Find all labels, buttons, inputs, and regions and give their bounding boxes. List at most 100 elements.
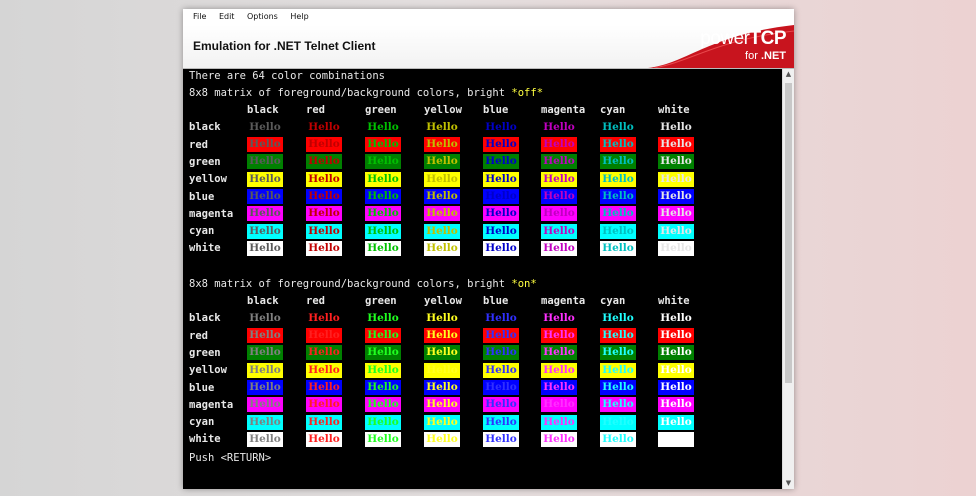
matrix-on-cell-cyan-bg-yellow-fg: Hello (424, 414, 460, 430)
matrix-on-cell-white-bg-magenta-fg: Hello (541, 431, 577, 447)
matrix-on-cell-yellow-bg-magenta-fg: Hello (541, 362, 577, 378)
matrix-on-cell-blue-bg-magenta-fg: Hello (541, 380, 577, 395)
matrix-on-cell-cyan-bg-blue-fg: Hello (483, 414, 519, 430)
matrix-off-cell-yellow-bg-black-fg: Hello (247, 171, 283, 187)
matrix-on-cell-yellow-bg-yellow-fg: Hello (424, 362, 460, 378)
matrix-on-cell-white-bg-yellow-fg: Hello (424, 431, 460, 447)
matrix-on-cell-red-bg-white-fg: Hello (658, 328, 694, 344)
matrix-off-cell-yellow-bg-yellow-fg: Hello (424, 171, 460, 187)
terminal-line-intro: There are 64 color combinations (189, 70, 385, 82)
powertcp-logo: powerTCP for .NET (648, 25, 794, 69)
menu-help[interactable]: Help (290, 12, 308, 21)
matrix-on-row-header-white: white (189, 433, 221, 446)
terminal-scrollbar[interactable]: ▲ ▼ (782, 69, 794, 489)
matrix-off-cell-green-bg-black-fg: Hello (247, 154, 283, 170)
matrix-on-cell-black-bg-yellow-fg: Hello (426, 311, 458, 324)
matrix-on-cell-white-bg-white-fg: Hello (658, 431, 694, 447)
matrix-off-cell-blue-bg-black-fg: Hello (247, 189, 283, 204)
matrix-off-cell-black-bg-green-fg: Hello (367, 120, 399, 133)
matrix-off-cell-green-bg-red-fg: Hello (306, 154, 342, 170)
menu-edit[interactable]: Edit (219, 12, 235, 21)
matrix-off-cell-red-bg-magenta-fg: Hello (541, 137, 577, 153)
matrix-off-cell-yellow-bg-red-fg: Hello (306, 171, 342, 187)
matrix-off-cell-cyan-bg-white-fg: Hello (658, 223, 694, 239)
matrix-on-cell-red-bg-red-fg: Hello (306, 328, 342, 344)
matrix-on-cell-green-bg-white-fg: Hello (658, 345, 694, 361)
terminal-screen[interactable]: There are 64 color combinations 8x8 matr… (183, 69, 783, 489)
matrix-on-cell-green-bg-green-fg: Hello (365, 345, 401, 361)
matrix-off-cell-blue-bg-magenta-fg: Hello (541, 189, 577, 204)
matrix-off-cell-white-bg-red-fg: Hello (306, 240, 342, 256)
matrix-on-cell-magenta-bg-cyan-fg: Hello (600, 397, 636, 413)
terminal-line-matrix-on: 8x8 matrix of foreground/background colo… (189, 278, 537, 290)
matrix-on-cell-green-bg-black-fg: Hello (247, 345, 283, 361)
matrix-on-cell-yellow-bg-blue-fg: Hello (483, 362, 519, 378)
matrix-off-cell-magenta-bg-black-fg: Hello (247, 206, 283, 222)
matrix-off-cell-green-bg-magenta-fg: Hello (541, 154, 577, 170)
matrix-off-row-header-yellow: yellow (189, 173, 227, 186)
matrix-off-cell-white-bg-yellow-fg: Hello (424, 240, 460, 256)
matrix-off-cell-magenta-bg-white-fg: Hello (658, 206, 694, 222)
window-title: Emulation for .NET Telnet Client (193, 39, 376, 53)
matrix-on-cell-magenta-bg-red-fg: Hello (306, 397, 342, 413)
matrix-off-cell-blue-bg-yellow-fg: Hello (424, 189, 460, 204)
matrix-on-cell-yellow-bg-green-fg: Hello (365, 362, 401, 378)
matrix-off-cell-white-bg-white-fg: Hello (658, 240, 694, 256)
matrix-on-cell-red-bg-blue-fg: Hello (483, 328, 519, 344)
terminal-line-matrix-off: 8x8 matrix of foreground/background colo… (189, 87, 544, 99)
matrix-on-cell-green-bg-blue-fg: Hello (483, 345, 519, 361)
matrix-on-cell-blue-bg-red-fg: Hello (306, 380, 342, 395)
matrix-off-row-header-black: black (189, 121, 221, 134)
matrix-on-cell-red-bg-magenta-fg: Hello (541, 328, 577, 344)
scrollbar-thumb[interactable] (785, 83, 792, 383)
matrix-off-cell-yellow-bg-magenta-fg: Hello (541, 171, 577, 187)
matrix-off-cell-magenta-bg-green-fg: Hello (365, 206, 401, 222)
matrix-off-cell-yellow-bg-cyan-fg: Hello (600, 171, 636, 187)
matrix-off-cell-cyan-bg-green-fg: Hello (365, 223, 401, 239)
matrix-off-cell-green-bg-yellow-fg: Hello (424, 154, 460, 170)
matrix-on-cell-blue-bg-white-fg: Hello (658, 380, 694, 395)
matrix-on-cell-white-bg-black-fg: Hello (247, 431, 283, 447)
matrix-on-cell-magenta-bg-green-fg: Hello (365, 397, 401, 413)
matrix-on-cell-white-bg-red-fg: Hello (306, 431, 342, 447)
matrix-off-column-header-cyan: cyan (600, 104, 626, 116)
matrix-on-cell-cyan-bg-white-fg: Hello (658, 414, 694, 430)
matrix-on-row-header-blue: blue (189, 381, 215, 394)
matrix-on-row-header-green: green (189, 346, 221, 359)
matrix-off-cell-red-bg-blue-fg: Hello (483, 137, 519, 153)
matrix-on-cell-red-bg-yellow-fg: Hello (424, 328, 460, 344)
matrix-on-cell-green-bg-magenta-fg: Hello (541, 345, 577, 361)
matrix-off-column-header-magenta: magenta (541, 104, 586, 116)
matrix-off-cell-cyan-bg-magenta-fg: Hello (541, 223, 577, 239)
matrix-off-cell-black-bg-yellow-fg: Hello (426, 120, 458, 133)
app-header: Emulation for .NET Telnet Client powerTC… (183, 25, 794, 69)
matrix-off-column-header-green: green (365, 104, 397, 116)
matrix-on-cell-black-bg-green-fg: Hello (367, 311, 399, 324)
menu-options[interactable]: Options (247, 12, 278, 21)
matrix-on-cell-black-bg-red-fg: Hello (308, 311, 340, 324)
matrix-off-column-header-yellow: yellow (424, 104, 462, 116)
menu-file[interactable]: File (193, 12, 206, 21)
matrix-on-row-header-magenta: magenta (189, 398, 234, 411)
matrix-on-column-header-blue: blue (483, 295, 509, 307)
matrix-off-row-header-cyan: cyan (189, 225, 215, 238)
matrix-off-cell-black-bg-blue-fg: Hello (485, 120, 517, 133)
matrix-on-cell-blue-bg-black-fg: Hello (247, 380, 283, 395)
matrix-off-cell-white-bg-cyan-fg: Hello (600, 240, 636, 256)
matrix-off-cell-white-bg-blue-fg: Hello (483, 240, 519, 256)
matrix-off-cell-magenta-bg-red-fg: Hello (306, 206, 342, 222)
matrix-on-cell-green-bg-red-fg: Hello (306, 345, 342, 361)
telnet-client-window: File Edit Options Help Emulation for .NE… (183, 9, 794, 489)
scroll-up-arrow-icon[interactable]: ▲ (783, 69, 794, 80)
matrix-off-row-header-blue: blue (189, 190, 215, 203)
scroll-down-arrow-icon[interactable]: ▼ (783, 478, 794, 489)
matrix-on-cell-white-bg-cyan-fg: Hello (600, 431, 636, 447)
matrix-off-cell-blue-bg-green-fg: Hello (365, 189, 401, 204)
matrix-off-cell-black-bg-white-fg: Hello (660, 120, 692, 133)
matrix-on-cell-red-bg-green-fg: Hello (365, 328, 401, 344)
matrix-on-cell-blue-bg-cyan-fg: Hello (600, 380, 636, 395)
matrix-on-column-header-yellow: yellow (424, 295, 462, 307)
matrix-off-column-header-blue: blue (483, 104, 509, 116)
matrix-off-cell-white-bg-green-fg: Hello (365, 240, 401, 256)
matrix-off-cell-magenta-bg-blue-fg: Hello (483, 206, 519, 222)
